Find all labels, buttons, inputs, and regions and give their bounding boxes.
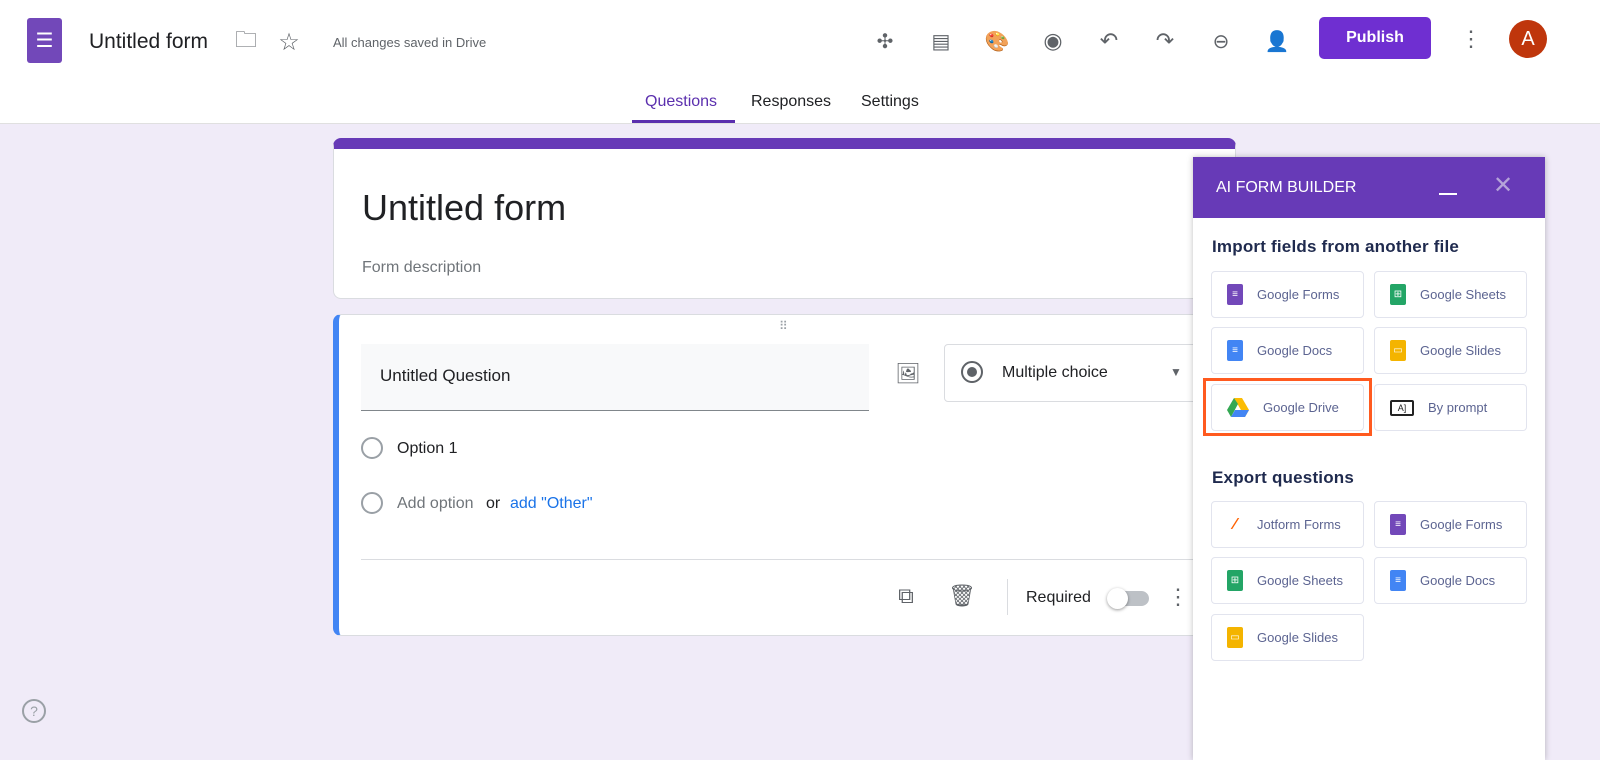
footer-divider <box>1007 579 1008 615</box>
panel-header: AI FORM BUILDER ✕ <box>1193 157 1545 218</box>
top-bar: ☰ Untitled form 🗀 ☆ All changes saved in… <box>0 0 1600 124</box>
undo-icon[interactable]: ↶ <box>1094 26 1124 56</box>
button-label: Google Slides <box>1257 630 1338 645</box>
button-label: Google Forms <box>1420 517 1503 532</box>
folder-icon[interactable]: 🗀 <box>232 27 260 56</box>
export-google-docs[interactable]: ≡ Google Docs <box>1374 557 1527 604</box>
publish-button[interactable]: Publish <box>1319 17 1431 59</box>
divider <box>361 559 1231 560</box>
google-drive-icon <box>1227 397 1249 418</box>
form-title-input[interactable]: Untitled form <box>89 30 208 54</box>
question-card: ⠿ Untitled Question 🖼 Multiple choice ▼ … <box>333 314 1236 636</box>
forms-logo-icon[interactable]: ☰ <box>27 18 62 63</box>
import-by-prompt[interactable]: A] By prompt <box>1374 384 1527 431</box>
google-sheets-icon: ⊞ <box>1227 570 1243 591</box>
button-label: Google Sheets <box>1420 287 1507 302</box>
required-label: Required <box>1026 589 1091 606</box>
form-description-input[interactable]: Form description <box>362 259 481 277</box>
dropdown-arrow-icon: ▼ <box>1170 365 1182 379</box>
option-radio <box>361 437 383 459</box>
more-options-icon[interactable]: ⋮ <box>1167 583 1189 611</box>
import-google-sheets[interactable]: ⊞ Google Sheets <box>1374 271 1527 318</box>
tab-active-indicator <box>632 120 735 123</box>
close-icon[interactable]: ✕ <box>1493 171 1513 200</box>
import-google-drive[interactable]: Google Drive <box>1211 384 1364 431</box>
button-label: Google Docs <box>1420 573 1496 588</box>
help-icon[interactable]: ? <box>22 699 46 723</box>
add-option-radio <box>361 492 383 514</box>
import-google-slides[interactable]: ▭ Google Slides <box>1374 327 1527 374</box>
add-collaborator-icon[interactable]: 👤 <box>1262 26 1292 56</box>
radio-type-icon <box>961 361 983 383</box>
import-google-docs[interactable]: ≡ Google Docs <box>1211 327 1364 374</box>
tab-questions[interactable]: Questions <box>645 93 717 111</box>
ai-form-builder-panel: AI FORM BUILDER ✕ Import fields from ano… <box>1193 157 1545 760</box>
import-google-forms[interactable]: ≡ Google Forms <box>1211 271 1364 318</box>
button-label: Google Docs <box>1257 343 1333 358</box>
panel-title: AI FORM BUILDER <box>1216 179 1357 196</box>
addons-icon[interactable]: ✣ <box>870 26 900 56</box>
add-other-button[interactable]: add "Other" <box>510 495 593 513</box>
button-label: Google Forms <box>1257 287 1340 302</box>
export-google-slides[interactable]: ▭ Google Slides <box>1211 614 1364 661</box>
export-google-sheets[interactable]: ⊞ Google Sheets <box>1211 557 1364 604</box>
delete-icon[interactable]: 🗑 <box>947 581 977 611</box>
required-toggle[interactable] <box>1107 588 1149 609</box>
form-title[interactable]: Untitled form <box>362 187 566 229</box>
save-status: All changes saved in Drive <box>333 35 487 50</box>
jotform-icon: ⁄ <box>1233 515 1237 533</box>
export-google-forms[interactable]: ≡ Google Forms <box>1374 501 1527 548</box>
import-heading: Import fields from another file <box>1212 237 1460 256</box>
link-icon[interactable]: ⊖ <box>1206 26 1236 56</box>
duplicate-icon[interactable]: ⧉ <box>891 581 921 611</box>
add-image-icon[interactable]: 🖼 <box>894 359 922 387</box>
palette-icon[interactable]: 🎨 <box>982 26 1012 56</box>
or-text: or <box>486 495 501 512</box>
more-vert-icon[interactable]: ⋮ <box>1458 24 1484 54</box>
google-sheets-icon: ⊞ <box>1390 284 1406 305</box>
button-label: Google Sheets <box>1257 573 1344 588</box>
star-icon[interactable]: ☆ <box>275 28 303 56</box>
ai-form-icon[interactable]: ▤ <box>926 26 956 56</box>
minimize-icon[interactable] <box>1439 193 1457 195</box>
button-label: Google Drive <box>1263 400 1339 415</box>
google-forms-icon: ≡ <box>1390 514 1406 535</box>
form-header-card: Untitled form Form description <box>333 138 1236 299</box>
text-prompt-icon: A] <box>1390 399 1414 416</box>
google-slides-icon: ▭ <box>1390 340 1406 361</box>
redo-icon[interactable]: ↷ <box>1150 26 1180 56</box>
preview-eye-icon[interactable]: ◉ <box>1038 26 1068 56</box>
question-title-input[interactable]: Untitled Question <box>361 344 869 411</box>
button-label: By prompt <box>1428 400 1488 415</box>
avatar[interactable]: A <box>1509 20 1547 58</box>
add-option-button[interactable]: Add option <box>397 495 474 513</box>
tab-settings[interactable]: Settings <box>861 93 919 111</box>
tab-responses[interactable]: Responses <box>751 93 831 111</box>
google-docs-icon: ≡ <box>1390 570 1406 591</box>
drag-handle-icon[interactable]: ⠿ <box>779 319 788 333</box>
google-docs-icon: ≡ <box>1227 340 1243 361</box>
question-type-select[interactable]: Multiple choice ▼ <box>944 344 1204 402</box>
button-label: Google Slides <box>1420 343 1501 358</box>
option-label[interactable]: Option 1 <box>397 440 457 458</box>
google-forms-icon: ≡ <box>1227 284 1243 305</box>
export-heading: Export questions <box>1212 468 1355 487</box>
google-slides-icon: ▭ <box>1227 627 1243 648</box>
question-type-label: Multiple choice <box>1002 364 1108 381</box>
button-label: Jotform Forms <box>1257 517 1341 532</box>
export-jotform[interactable]: ⁄ Jotform Forms <box>1211 501 1364 548</box>
